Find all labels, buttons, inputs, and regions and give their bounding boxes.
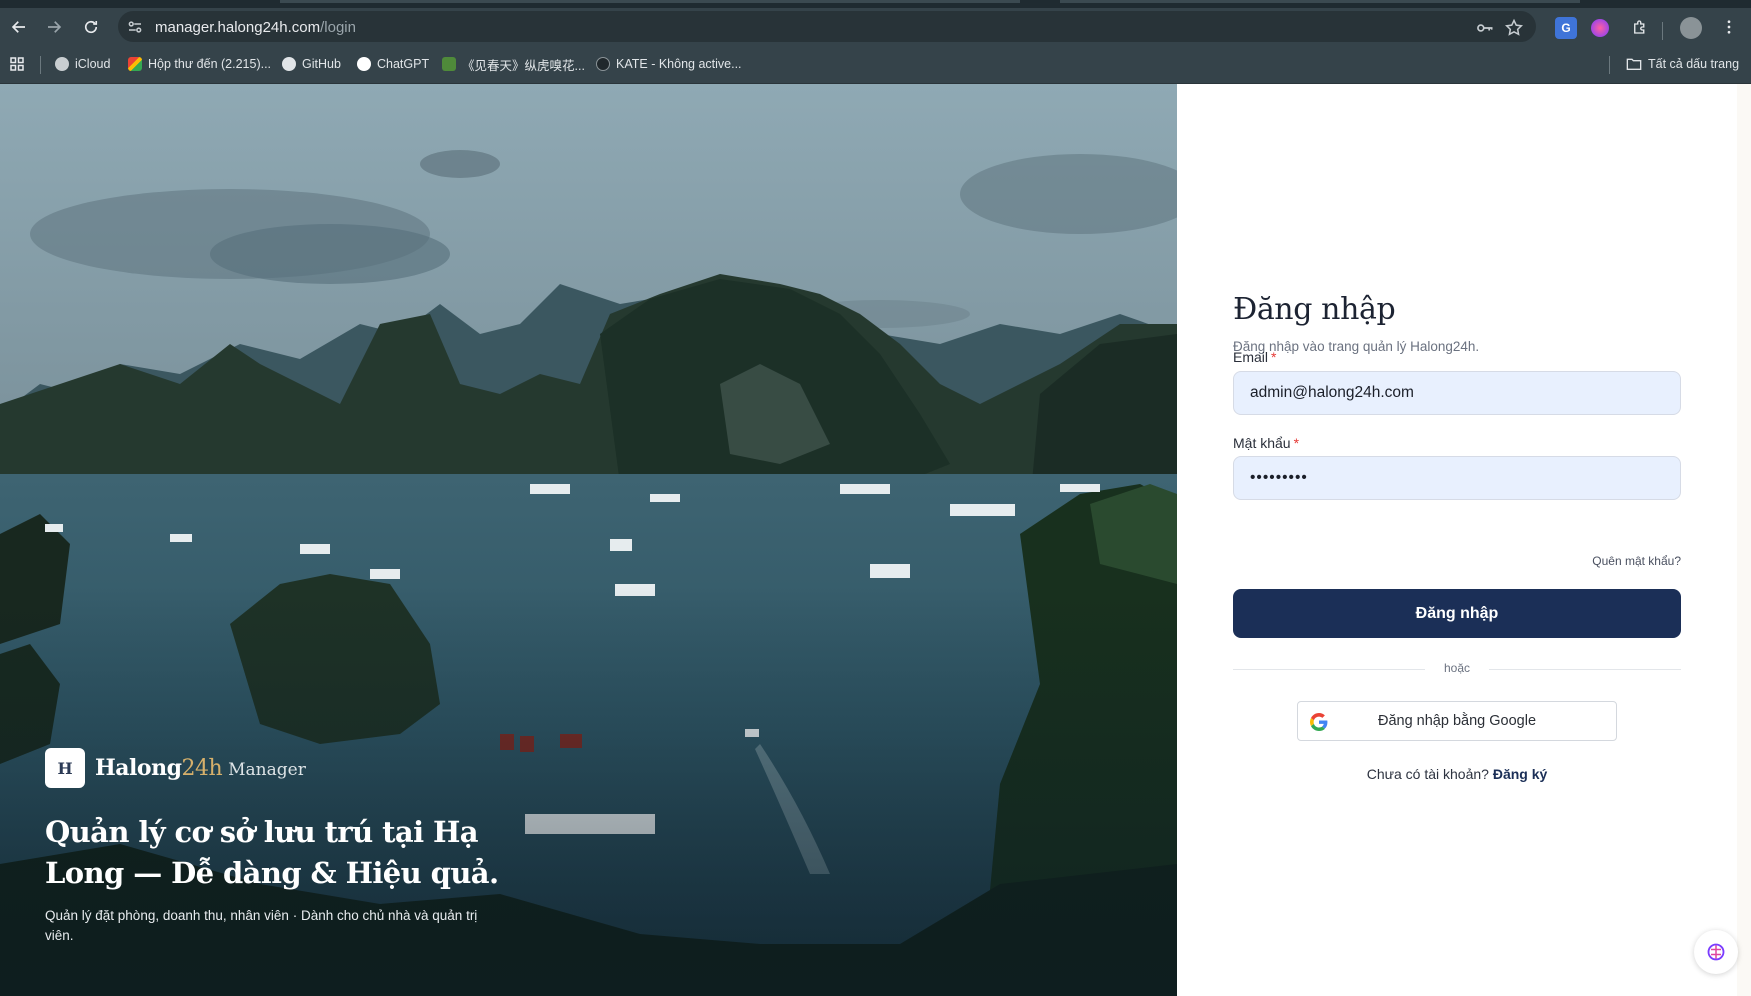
folder-icon bbox=[1626, 58, 1642, 70]
ai-extension-icon[interactable] bbox=[1591, 19, 1609, 37]
bookmarks-bar: iCloud Hộp thư đến (2.215)... GitHub Cha… bbox=[0, 44, 1751, 84]
login-title: Đăng nhập bbox=[1233, 292, 1396, 327]
site-settings-icon[interactable] bbox=[126, 18, 144, 36]
bookmarks-divider bbox=[40, 56, 41, 74]
all-bookmarks-label: Tất cả dấu trang bbox=[1648, 57, 1740, 71]
browser-toolbar: manager.halong24h.com/login G bbox=[0, 8, 1751, 44]
bookmark-chatgpt[interactable]: ChatGPT bbox=[357, 54, 429, 74]
google-login-label: Đăng nhập bằng Google bbox=[1377, 713, 1537, 729]
brand-lockup: H Halong 24h Manager bbox=[45, 748, 306, 788]
site-icon bbox=[596, 57, 610, 71]
profile-avatar-icon[interactable] bbox=[1680, 17, 1702, 39]
site-icon bbox=[442, 57, 456, 71]
url-text: manager.halong24h.com/login bbox=[155, 19, 356, 36]
gmail-icon bbox=[128, 57, 142, 71]
email-value: admin@halong24h.com bbox=[1250, 384, 1414, 401]
password-key-icon[interactable] bbox=[1475, 18, 1495, 38]
bookmark-star-icon[interactable] bbox=[1504, 18, 1524, 38]
register-link[interactable]: Đăng ký bbox=[1493, 766, 1547, 782]
bookmark-gmail[interactable]: Hộp thư đến (2.215)... bbox=[128, 54, 271, 74]
translate-extension-icon[interactable]: G bbox=[1555, 17, 1577, 39]
assistant-floating-icon[interactable] bbox=[1694, 930, 1738, 974]
bookmark-kate[interactable]: KATE - Không active... bbox=[596, 54, 742, 74]
email-field[interactable]: admin@halong24h.com bbox=[1233, 371, 1681, 415]
bookmark-label: 《见春天》纵虎嗅花... bbox=[462, 58, 585, 73]
bookmark-novel[interactable]: 《见春天》纵虎嗅花... bbox=[442, 54, 585, 74]
hero-description: Quản lý đặt phòng, doanh thu, nhân viên … bbox=[45, 908, 478, 943]
bookmark-icloud[interactable]: iCloud bbox=[55, 54, 110, 74]
signup-prompt: Chưa có tài khoản? Đăng ký bbox=[1233, 766, 1681, 782]
back-icon[interactable] bbox=[6, 14, 32, 40]
divider-or-text: hoặc bbox=[1443, 661, 1471, 675]
brand-name: Halong bbox=[95, 755, 182, 781]
bookmark-label: KATE - Không active... bbox=[616, 57, 742, 71]
hero-headline: Quản lý cơ sở lưu trú tại Hạ Long — Dễ d… bbox=[45, 815, 499, 890]
bookmark-label: Hộp thư đến (2.215)... bbox=[148, 57, 272, 71]
brand-number: 24h bbox=[181, 755, 223, 781]
bookmark-github[interactable]: GitHub bbox=[282, 54, 341, 74]
divider-right bbox=[1489, 669, 1681, 670]
apple-icon bbox=[55, 57, 69, 71]
bookmark-label: ChatGPT bbox=[377, 57, 430, 71]
apps-grid-icon[interactable] bbox=[4, 51, 30, 77]
google-login-button[interactable]: Đăng nhập bằng Google bbox=[1297, 701, 1617, 741]
github-icon bbox=[282, 57, 296, 71]
password-value: ••••••••• bbox=[1250, 469, 1308, 486]
bookmarks-divider bbox=[1609, 56, 1610, 74]
page-scroll-gutter bbox=[1737, 84, 1751, 996]
tab-indicator bbox=[1060, 0, 1580, 3]
login-panel: Đăng nhập Đăng nhập vào trang quản lý Ha… bbox=[1177, 84, 1751, 996]
brand-subtitle: Manager bbox=[228, 760, 306, 780]
brand-logo-icon: H bbox=[45, 748, 85, 788]
active-tab-indicator bbox=[280, 0, 1020, 3]
password-field[interactable]: ••••••••• bbox=[1233, 456, 1681, 500]
address-bar[interactable]: manager.halong24h.com/login bbox=[118, 11, 1536, 42]
browser-menu-icon[interactable] bbox=[1716, 14, 1742, 40]
bookmark-label: GitHub bbox=[302, 57, 341, 71]
forward-icon[interactable] bbox=[41, 14, 67, 40]
login-submit-button[interactable]: Đăng nhập bbox=[1233, 589, 1681, 638]
hero-panel: H Halong 24h Manager Quản lý cơ sở lưu t… bbox=[0, 84, 1177, 996]
no-account-text: Chưa có tài khoản? bbox=[1366, 766, 1489, 782]
ai-brain-icon bbox=[1707, 943, 1725, 961]
toolbar-divider bbox=[1662, 22, 1663, 40]
tab-strip bbox=[0, 0, 1751, 8]
all-bookmarks-folder[interactable]: Tất cả dấu trang bbox=[1626, 54, 1739, 74]
reload-icon[interactable] bbox=[78, 14, 104, 40]
email-label: Email * bbox=[1233, 349, 1277, 365]
extensions-puzzle-icon[interactable] bbox=[1627, 14, 1653, 40]
forgot-password-link[interactable]: Quên mật khẩu? bbox=[1571, 554, 1681, 568]
divider-left bbox=[1233, 669, 1425, 670]
bookmark-label: iCloud bbox=[75, 57, 111, 71]
openai-icon bbox=[357, 57, 371, 71]
password-label: Mật khẩu * bbox=[1233, 435, 1300, 451]
